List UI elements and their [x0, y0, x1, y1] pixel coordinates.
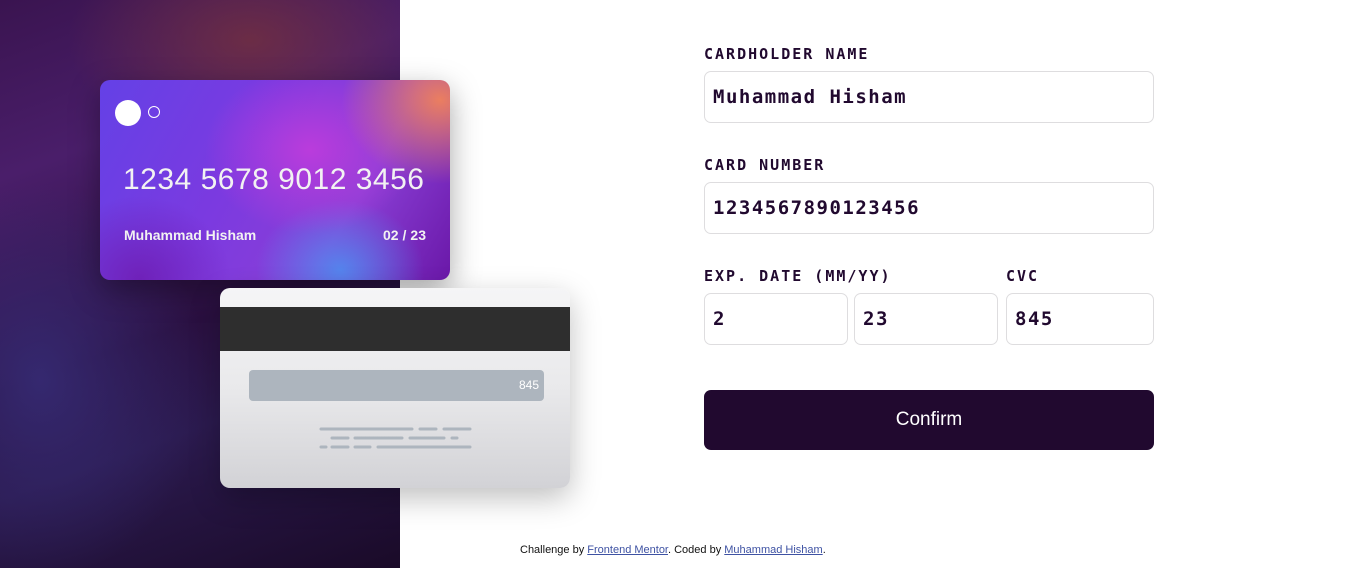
attribution-footer: Challenge by Frontend Mentor. Coded by M…	[520, 544, 826, 556]
card-front-exp-year: 23	[410, 227, 426, 243]
author-link[interactable]: Muhammad Hisham	[724, 544, 822, 556]
card-front-exp-separator: /	[402, 227, 407, 243]
cardholder-name-label: CARDHOLDER NAME	[704, 45, 870, 63]
card-front: 1234 5678 9012 3456 Muhammad Hisham 02 /…	[100, 80, 450, 280]
cvc-input[interactable]	[1006, 293, 1154, 345]
frontend-mentor-link[interactable]: Frontend Mentor	[587, 544, 668, 556]
exp-year-input[interactable]	[854, 293, 998, 345]
card-logo-small-circle-icon	[148, 106, 160, 118]
card-back-decorative-lines	[319, 427, 472, 449]
card-front-expiry: 02 / 23	[383, 227, 426, 243]
footer-suffix: .	[822, 544, 826, 556]
exp-month-input[interactable]	[704, 293, 848, 345]
confirm-button[interactable]: Confirm	[704, 390, 1154, 450]
card-front-number: 1234 5678 9012 3456	[123, 163, 425, 196]
exp-date-label: EXP. DATE (MM/YY)	[704, 267, 892, 285]
card-back: 845	[220, 288, 570, 488]
page: 1234 5678 9012 3456 Muhammad Hisham 02 /…	[0, 0, 1366, 568]
cvc-label: CVC	[1006, 267, 1040, 285]
card-logo-large-circle-icon	[115, 100, 141, 126]
card-number-input[interactable]	[704, 182, 1154, 234]
cardholder-name-input[interactable]	[704, 71, 1154, 123]
footer-middle: . Coded by	[668, 544, 725, 556]
card-number-label: CARD NUMBER	[704, 156, 826, 174]
card-front-holder-name: Muhammad Hisham	[124, 227, 257, 243]
card-front-exp-month: 02	[382, 227, 399, 243]
footer-prefix: Challenge by	[520, 544, 588, 556]
